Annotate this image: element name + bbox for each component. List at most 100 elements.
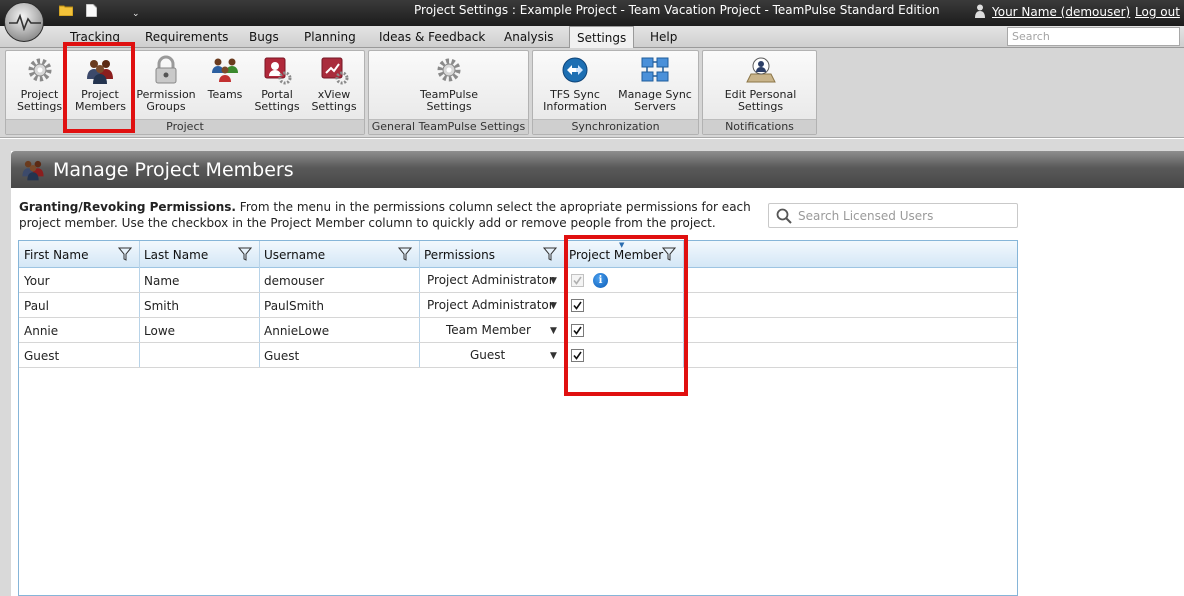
gear-icon: [437, 58, 461, 82]
tab-bugs[interactable]: Bugs: [249, 30, 279, 44]
global-search-input[interactable]: Search: [1007, 27, 1180, 46]
cell-last-name: [139, 343, 144, 368]
filter-icon[interactable]: [543, 247, 557, 261]
members-grid: First Name Last Name Username Permission…: [18, 240, 1018, 596]
table-row[interactable]: Paul Smith PaulSmith Project Administrat…: [19, 293, 1017, 318]
tab-planning[interactable]: Planning: [304, 30, 356, 44]
table-row[interactable]: Annie Lowe AnnieLowe Team Member ▼: [19, 318, 1017, 343]
chevron-down-icon[interactable]: ▼: [550, 301, 557, 311]
ribbon-label: TeamPulse Settings: [419, 88, 479, 113]
page-title: Manage Project Members: [53, 159, 294, 181]
lock-icon: [155, 55, 177, 84]
info-icon[interactable]: i: [593, 273, 608, 288]
search-icon: [776, 208, 792, 224]
manage-members-panel: Manage Project Members Granting/Revoking…: [11, 151, 1184, 596]
project-member-checkbox: [571, 274, 584, 287]
cell-first-name: Paul: [24, 299, 49, 313]
permissions-description: Granting/Revoking Permissions. From the …: [19, 199, 759, 231]
tab-analysis[interactable]: Analysis: [504, 30, 553, 44]
cell-username: demouser: [264, 274, 325, 288]
ribbon-group-synchronization: TFS Sync Information Manage Sync Servers…: [532, 50, 699, 135]
logout-link[interactable]: Log out: [1135, 5, 1180, 19]
ribbon-label: xView Settings: [311, 88, 357, 113]
cell-last-name: Name: [144, 274, 180, 288]
ribbon-label: Permission Groups: [136, 88, 196, 113]
ribbon-label: Teams: [207, 88, 243, 101]
cell-username: AnnieLowe: [264, 324, 330, 338]
cell-last-name: Smith: [144, 299, 179, 313]
people-icon: [87, 60, 113, 84]
menu-tab-row: Tracking Requirements Bugs Planning Idea…: [0, 26, 1184, 49]
permission-groups-button[interactable]: Permission Groups: [134, 55, 198, 113]
people-icon: [22, 160, 44, 181]
gear-icon: [28, 58, 51, 82]
project-member-checkbox[interactable]: [571, 349, 584, 362]
project-settings-button[interactable]: Project Settings: [12, 55, 67, 113]
cell-first-name: Your: [24, 274, 50, 288]
cell-username: PaulSmith: [264, 299, 324, 313]
filter-icon[interactable]: [662, 247, 676, 261]
teampulse-settings-button[interactable]: TeamPulse Settings: [399, 55, 499, 113]
cell-first-name: Guest: [24, 349, 60, 363]
window-title: Project Settings : Example Project - Tea…: [414, 3, 940, 17]
new-document-icon[interactable]: [85, 3, 98, 20]
servers-icon: [641, 57, 669, 82]
filter-icon[interactable]: [398, 247, 412, 261]
cell-first-name: Annie: [24, 324, 59, 338]
app-orb-button[interactable]: [4, 2, 44, 42]
permission-dropdown[interactable]: Guest: [470, 348, 505, 362]
table-row[interactable]: Guest Guest Guest ▼: [19, 343, 1017, 368]
description-heading: Granting/Revoking Permissions.: [19, 200, 236, 214]
folder-icon[interactable]: [58, 4, 74, 19]
ribbon-label: Project Settings: [16, 88, 63, 113]
tab-ideas-feedback[interactable]: Ideas & Feedback: [379, 30, 485, 44]
tab-requirements[interactable]: Requirements: [145, 30, 228, 44]
chevron-down-icon[interactable]: ▼: [550, 326, 557, 336]
ribbon-group-label: Notifications: [703, 119, 816, 134]
cell-last-name: Lowe: [144, 324, 176, 338]
tfs-sync-information-button[interactable]: TFS Sync Information: [539, 55, 611, 113]
ribbon-label: TFS Sync Information: [543, 88, 607, 113]
personal-settings-icon: [745, 57, 776, 83]
user-icon: [975, 4, 985, 18]
manage-sync-servers-button[interactable]: Manage Sync Servers: [617, 55, 693, 113]
filter-icon[interactable]: [118, 247, 132, 261]
teams-button[interactable]: Teams: [203, 55, 247, 101]
sync-icon: [562, 57, 588, 83]
project-member-checkbox[interactable]: [571, 324, 584, 337]
chevron-down-icon[interactable]: ▼: [550, 276, 557, 286]
ribbon-group-label: Synchronization: [533, 119, 698, 134]
team-icon: [212, 58, 238, 82]
project-member-checkbox[interactable]: [571, 299, 584, 312]
ribbon-label: Portal Settings: [254, 88, 300, 113]
chevron-down-icon[interactable]: ▼: [550, 351, 557, 361]
quick-access-dropdown-icon[interactable]: ⌄: [132, 9, 140, 19]
sort-indicator-icon: ▼: [619, 241, 625, 249]
edit-personal-settings-button[interactable]: Edit Personal Settings: [709, 55, 812, 113]
ribbon-group-notifications: Edit Personal Settings Notifications: [702, 50, 817, 135]
tab-help[interactable]: Help: [650, 30, 677, 44]
licensed-users-search-input[interactable]: Search Licensed Users: [768, 203, 1018, 228]
ribbon-group-general: TeamPulse Settings General TeamPulse Set…: [368, 50, 529, 135]
ribbon-group-label: Project: [6, 119, 364, 134]
permission-dropdown[interactable]: Project Administrator: [427, 273, 554, 287]
table-row[interactable]: Your Name demouser Project Administrator…: [19, 268, 1017, 293]
portal-icon: [264, 57, 292, 85]
tab-settings[interactable]: Settings: [569, 26, 635, 49]
column-header-username[interactable]: Username: [259, 241, 419, 268]
permission-dropdown[interactable]: Team Member: [446, 323, 531, 337]
user-link[interactable]: Your Name (demouser): [992, 5, 1130, 19]
permission-dropdown[interactable]: Project Administrator: [427, 298, 554, 312]
cell-username: Guest: [264, 349, 300, 363]
ribbon: Project Settings Project Members Permiss…: [0, 42, 1184, 138]
xview-settings-button[interactable]: xView Settings: [306, 55, 362, 113]
content-area: Manage Project Members Granting/Revoking…: [0, 139, 1184, 596]
project-members-button[interactable]: Project Members: [72, 55, 128, 113]
ribbon-group-project: Project Settings Project Members Permiss…: [5, 50, 365, 135]
pulse-icon: [9, 13, 41, 31]
title-bar: ⌄ Project Settings : Example Project - T…: [0, 0, 1184, 26]
tab-tracking[interactable]: Tracking: [70, 30, 120, 44]
filter-icon[interactable]: [238, 247, 252, 261]
portal-settings-button[interactable]: Portal Settings: [251, 55, 303, 113]
ribbon-label: Project Members: [75, 88, 126, 113]
